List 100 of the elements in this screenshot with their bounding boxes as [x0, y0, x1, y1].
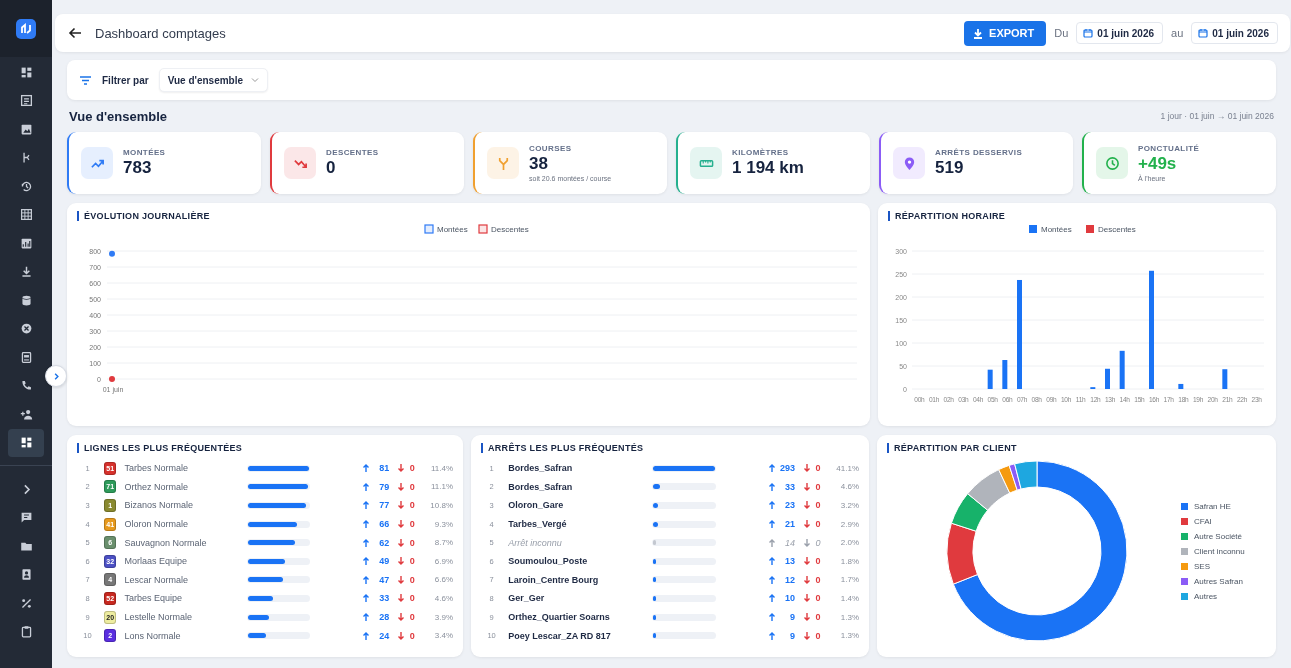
- calendar-icon: [1198, 28, 1209, 38]
- kpi-label: ARRÊTS DESSERVIS: [935, 148, 1023, 157]
- stop-name: Laroin_Centre Bourg: [508, 574, 600, 585]
- legend-label: Montées: [437, 225, 468, 234]
- boardings-count: 49: [378, 556, 390, 567]
- alightings-count: 0: [814, 519, 821, 530]
- alightings-count: 0: [408, 593, 415, 604]
- bar: [1119, 350, 1125, 389]
- alightings-count: 0: [408, 612, 415, 623]
- bar: [1105, 368, 1110, 389]
- share-percent: 6.9%: [433, 556, 453, 566]
- share-percent: 11.4%: [429, 463, 453, 473]
- alightings-count: 0: [814, 630, 821, 641]
- share-percent: 1.3%: [839, 631, 859, 641]
- logo-icon[interactable]: [16, 18, 36, 39]
- legend-item[interactable]: Descentes: [1086, 225, 1136, 234]
- down-arrow-icon: [397, 481, 406, 492]
- legend-item[interactable]: Client inconnu: [1181, 546, 1245, 556]
- down-arrow-icon: [397, 463, 406, 474]
- alightings-count: 0: [408, 556, 415, 567]
- export-button[interactable]: EXPORT: [964, 20, 1047, 46]
- up-arrow-icon: [362, 519, 371, 530]
- share-percent: 2.0%: [839, 538, 859, 548]
- kpi-value: 519: [935, 158, 965, 178]
- line-name: Tarbes Equipe: [124, 593, 183, 604]
- card-title: LIGNES LES PLUS FRÉQUENTÉES: [77, 443, 453, 453]
- filter-icon[interactable]: [79, 74, 92, 86]
- legend-item[interactable]: CFAI: [1181, 516, 1245, 526]
- card-icon: [19, 350, 33, 364]
- share-percent: 41.1%: [835, 463, 859, 473]
- boardings-count: 24: [378, 630, 390, 641]
- up-arrow-icon: [362, 537, 371, 548]
- boardings-count: 10: [783, 593, 795, 604]
- alightings-count: 0: [408, 630, 415, 641]
- line-name: Lescar Normale: [124, 574, 189, 585]
- down-arrow-icon: [802, 519, 811, 530]
- boardings-count: 47: [378, 574, 390, 585]
- data-point: [109, 376, 115, 382]
- legend-item[interactable]: SES: [1181, 561, 1245, 571]
- legend-item[interactable]: Safran HE: [1181, 501, 1245, 511]
- history-icon: [19, 179, 33, 193]
- legend-item[interactable]: Montées: [1029, 225, 1072, 234]
- date-picker[interactable]: 01 juin 2026: [1076, 22, 1164, 44]
- filter-dropdown[interactable]: Vue d'ensemble: [158, 68, 269, 92]
- grid-icon: [19, 436, 33, 450]
- up-arrow-icon: [362, 593, 371, 604]
- boardings-count: 66: [378, 519, 390, 530]
- back-icon[interactable]: [67, 25, 83, 41]
- down-arrow-icon: [802, 481, 811, 492]
- kpi-value: +49s: [1138, 154, 1178, 174]
- up-arrow-icon: [362, 500, 371, 511]
- up-arrow-icon: [767, 481, 776, 492]
- stop-name: Bordes_Safran: [508, 481, 574, 492]
- share-percent: 1.3%: [839, 612, 859, 622]
- share-percent: 11.1%: [429, 482, 453, 492]
- legend-item[interactable]: Autre Société: [1181, 531, 1245, 541]
- contact-icon: [19, 568, 33, 582]
- card-title: ARRÊTS LES PLUS FRÉQUENTÉS: [481, 443, 859, 453]
- phone-icon: [19, 379, 33, 393]
- alightings-count: 0: [814, 593, 821, 604]
- legend-item[interactable]: Descentes: [478, 224, 529, 234]
- legend-item[interactable]: Montées: [424, 224, 468, 234]
- download-icon: [19, 265, 33, 279]
- up-arrow-icon: [767, 500, 776, 511]
- stop-name: Oloron_Gare: [508, 500, 565, 511]
- bar: [987, 369, 993, 389]
- kpi-value: 1 194 km: [732, 158, 804, 178]
- boardings-count: 23: [783, 500, 795, 511]
- bar: [1222, 369, 1228, 389]
- line-name: Sauvagnon Normale: [124, 537, 208, 548]
- sidebar-item[interactable]: [8, 428, 44, 457]
- boardings-count: 21: [783, 519, 795, 530]
- legend-item[interactable]: Autres Safran: [1181, 576, 1245, 586]
- stop-name: Poey Lescar_ZA RD 817: [508, 630, 612, 641]
- boardings-count: 13: [783, 556, 795, 567]
- share-percent: 10.8%: [429, 501, 453, 510]
- card-title: RÉPARTITION HORAIRE: [888, 211, 1266, 221]
- boardings-count: 9: [788, 630, 795, 641]
- section-title: Vue d'ensemble: [69, 108, 167, 124]
- share-percent: 2.9%: [839, 519, 859, 529]
- expand-button[interactable]: [45, 365, 67, 387]
- down-arrow-icon: [802, 537, 811, 548]
- date-picker[interactable]: 01 juin 2026: [1191, 22, 1278, 44]
- table-icon: [19, 208, 33, 222]
- alightings-count: 0: [408, 574, 415, 585]
- alightings-count: 0: [814, 556, 821, 567]
- legend-item[interactable]: Autres: [1181, 591, 1245, 601]
- up-arrow-icon: [362, 612, 371, 623]
- bar: [1002, 360, 1008, 389]
- share-percent: 8.7%: [433, 538, 453, 548]
- clipboard-icon: [19, 625, 33, 639]
- boardings-count: 77: [378, 500, 390, 511]
- download-icon: [973, 27, 984, 39]
- kpi-label: COURSES: [529, 144, 573, 153]
- boardings-count: 9: [788, 612, 795, 623]
- share-percent: 4.6%: [839, 482, 859, 492]
- alightings-count: 0: [408, 481, 415, 492]
- up-arrow-icon: [767, 612, 776, 623]
- down-arrow-icon: [397, 556, 406, 567]
- up-arrow-icon: [767, 593, 776, 604]
